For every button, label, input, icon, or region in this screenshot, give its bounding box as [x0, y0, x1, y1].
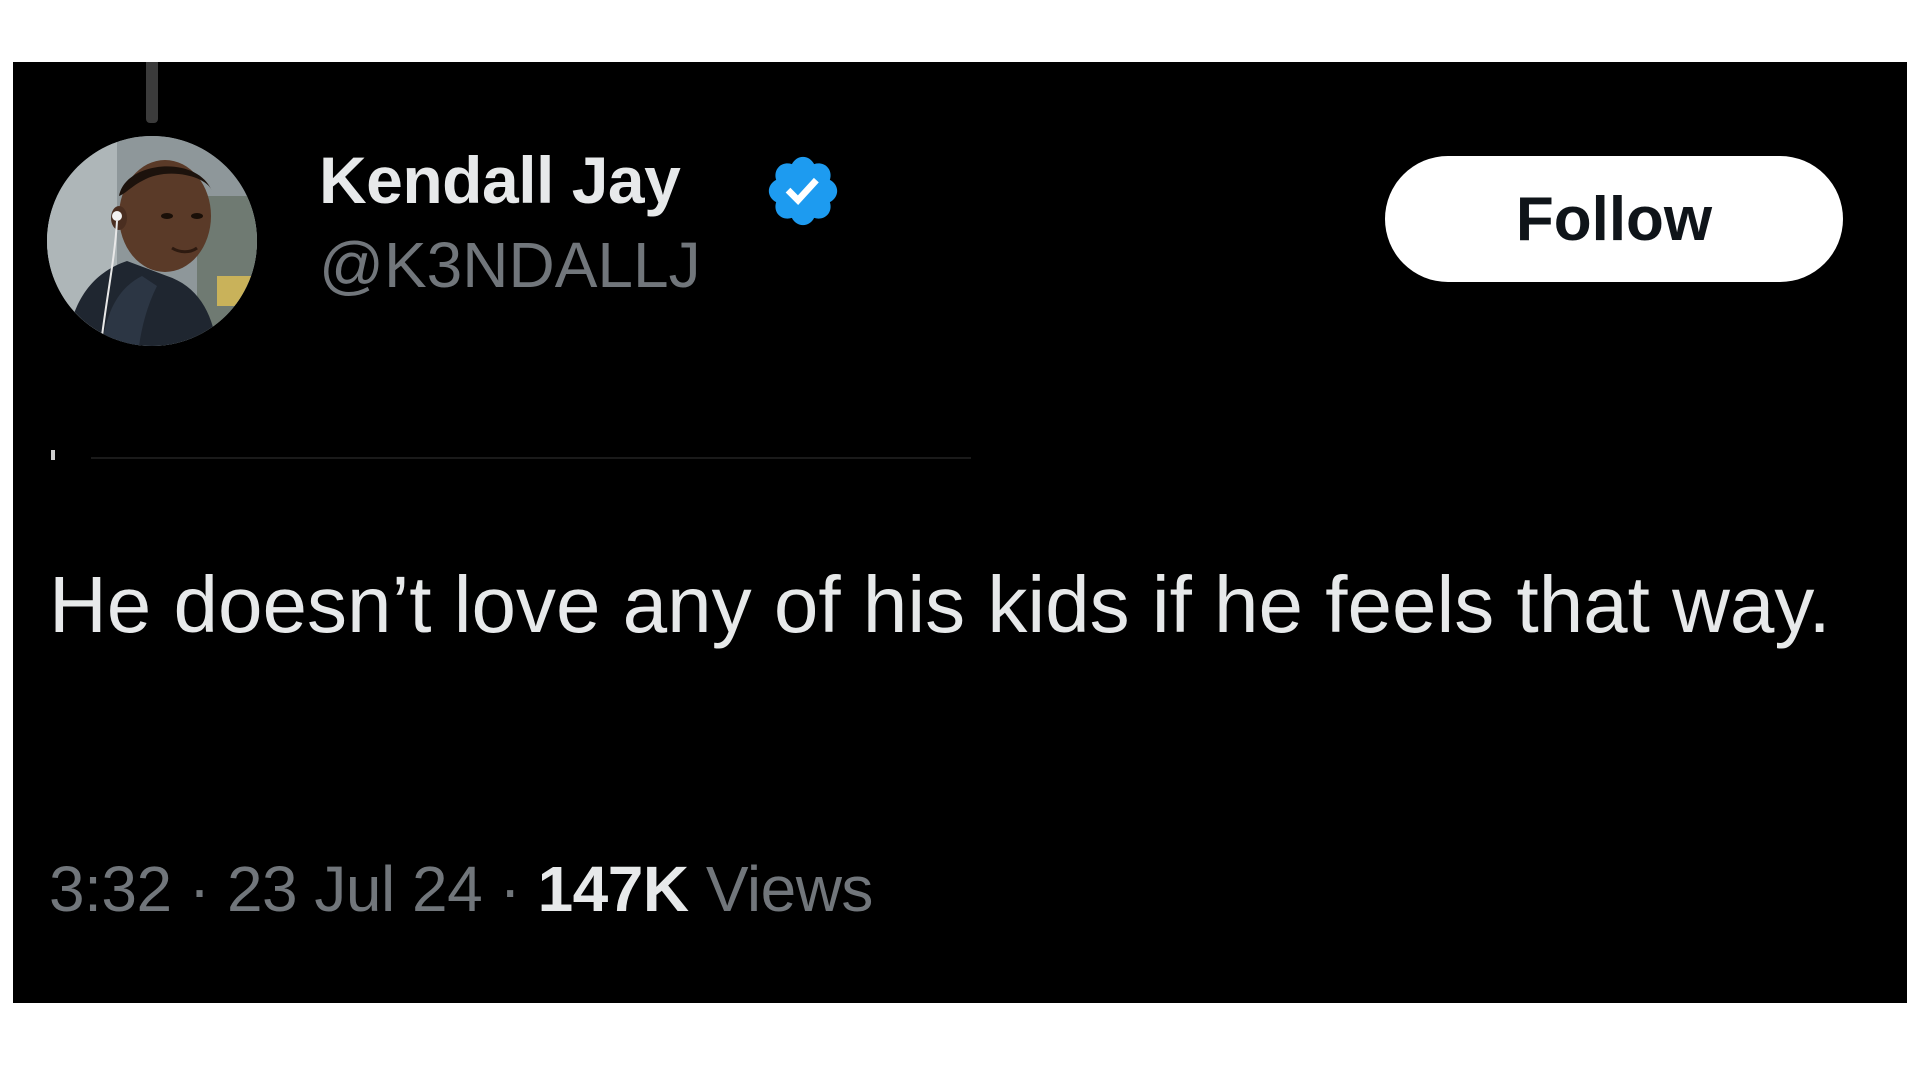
views-count[interactable]: 147K	[538, 853, 690, 925]
tweet-text: He doesn’t love any of his kids if he fe…	[49, 560, 1831, 649]
tweet-date[interactable]: 23 Jul 24	[227, 853, 483, 925]
follow-button[interactable]: Follow	[1385, 156, 1843, 282]
thread-connector-line	[146, 62, 158, 123]
tweet-meta: 3:32 · 23 Jul 24 · 147K Views	[49, 852, 873, 926]
tweet-time[interactable]: 3:32	[49, 853, 172, 925]
tweet-card: Kendall Jay @K3NDALLJ Follow He doesn’t …	[13, 62, 1907, 1003]
verified-badge-icon[interactable]	[763, 151, 843, 231]
meta-separator: ·	[188, 853, 210, 925]
author-display-name[interactable]: Kendall Jay	[319, 142, 681, 218]
meta-separator: ·	[499, 853, 521, 925]
views-label[interactable]: Views	[706, 853, 874, 925]
avatar-photo-icon	[47, 136, 257, 346]
avatar[interactable]	[47, 136, 257, 346]
cropped-reply-context-divider	[51, 450, 971, 460]
author-handle[interactable]: @K3NDALLJ	[319, 228, 701, 302]
